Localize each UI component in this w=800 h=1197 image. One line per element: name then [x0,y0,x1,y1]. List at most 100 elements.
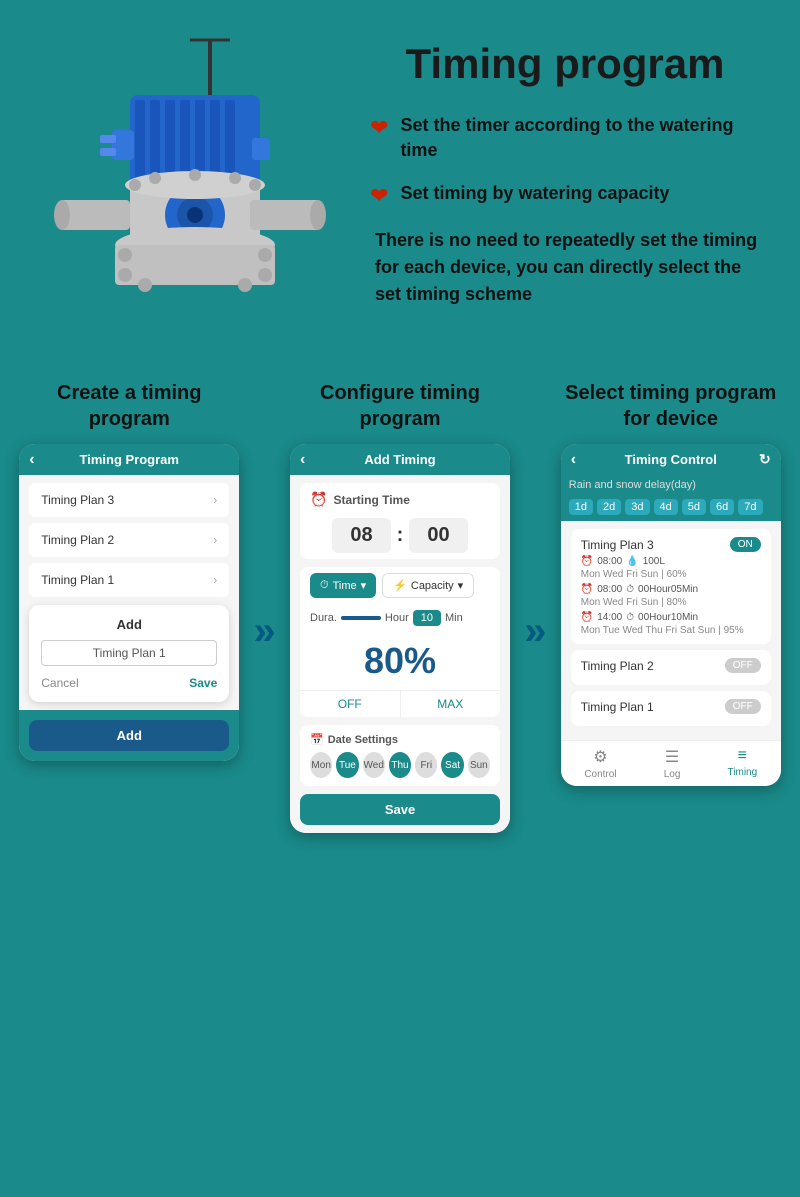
timing-icon: ≡ [738,747,747,765]
add-dialog-title: Add [41,617,217,632]
add-footer-button[interactable]: Add [29,720,229,751]
plan-3-header: Timing Plan 3 ON [581,537,761,552]
selector-section: ⏱ Time ▾ ⚡ Capacity ▾ Dura. [300,567,500,717]
time-display: 08 : 00 [300,512,500,559]
day-mon[interactable]: Mon [310,752,332,778]
dropdown-icon-2: ▾ [458,579,464,592]
clock-icon-p3-2: ⏰ [581,584,593,595]
top-section: Timing program ❤ Set the timer according… [0,0,800,360]
capacity-selector-btn[interactable]: ⚡ Capacity ▾ [382,573,474,598]
bottom-section: Create a timing program ‹ Timing Program… [0,360,800,863]
delay-3d[interactable]: 3d [625,499,649,515]
day-sun[interactable]: Sun [468,752,490,778]
plan-3-toggle[interactable]: ON [730,537,761,552]
feature-text-2: Set timing by watering capacity [400,181,669,206]
capacity-icon: ⚡ [393,579,407,592]
hour-display[interactable]: 08 [332,518,390,553]
back-arrow-icon-2[interactable]: ‹ [300,451,305,469]
duration-min-value: 10 [413,610,441,626]
device-image-container [30,30,350,340]
save-button[interactable]: Save [189,676,217,690]
save-button-phone2[interactable]: Save [300,794,500,825]
refresh-icon[interactable]: ↻ [759,451,771,468]
phone2-header: ‹ Add Timing [290,444,510,475]
plan-2-toggle[interactable]: OFF [725,658,761,673]
heart-icon-2: ❤ [370,183,388,209]
timing-plan-3-label: Timing Plan 3 [41,493,114,507]
dropdown-icon: ▾ [361,579,367,592]
feature-item-1: ❤ Set the timer according to the waterin… [370,113,770,163]
off-max-row: OFF MAX [300,690,500,717]
timer-icon-p3-2: ⏱ [626,584,634,595]
day-thu[interactable]: Thu [389,752,411,778]
date-settings: 📅 Date Settings Mon Tue Wed Thu Fri Sat … [300,725,500,786]
back-arrow-icon-3[interactable]: ‹ [571,451,576,469]
timing-plan-3-item[interactable]: Timing Plan 3 › [29,483,229,517]
phone1-header: ‹ Timing Program [19,444,239,475]
step-2-title: Configure timing program [286,380,515,432]
day-tue[interactable]: Tue [336,752,358,778]
day-sat[interactable]: Sat [441,752,463,778]
plan-2-header: Timing Plan 2 OFF [581,658,761,673]
timing-plan-2-label: Timing Plan 2 [41,533,114,547]
phone-2: ‹ Add Timing ⏰ Starting Time 08 : [290,444,510,833]
clock-icon-p3-3: ⏰ [581,612,593,623]
delay-6d[interactable]: 6d [710,499,734,515]
plan-3-entry-3: ⏰ 14:00 ⏱ 00Hour10Min [581,612,761,623]
timing-plan-2-item[interactable]: Timing Plan 2 › [29,523,229,557]
timer-icon-p3-3: ⏱ [626,612,634,623]
timing-plan-1-label: Timing Plan 1 [41,573,114,587]
time-separator: : [397,524,404,547]
step-2: Configure timing program ‹ Add Timing ⏰ … [286,380,515,833]
max-button[interactable]: MAX [401,691,501,717]
phone2-header-title: Add Timing [364,452,435,467]
plan-1-toggle[interactable]: OFF [725,699,761,714]
day-wed[interactable]: Wed [363,752,385,778]
step-3: Select timing program for device ‹ Timin… [557,380,786,786]
footer-tab-control[interactable]: ⚙ Control [584,747,616,780]
step-1: Create a timing program ‹ Timing Program… [15,380,244,761]
minute-display[interactable]: 00 [409,518,467,553]
add-dialog-buttons: Cancel Save [41,676,217,690]
clock-icon-small: ⏱ [320,579,329,592]
off-button[interactable]: OFF [300,691,401,717]
phone2-body: ⏰ Starting Time 08 : 00 ⏱ [290,475,510,833]
date-settings-label: 📅 Date Settings [310,733,490,746]
right-content: Timing program ❤ Set the timer according… [370,30,770,308]
back-arrow-icon[interactable]: ‹ [29,451,34,469]
phone3-footer: ⚙ Control ☰ Log ≡ Timing [561,740,781,786]
log-icon: ☰ [665,747,679,767]
delay-7d[interactable]: 7d [738,499,762,515]
plan-1-name: Timing Plan 1 [581,700,654,714]
plan-3-schedule-3: Mon Tue Wed Thu Fri Sat Sun | 95% [581,625,761,636]
starting-time-label: ⏰ Starting Time [300,483,500,512]
chevron-right-icon-2: › [213,533,217,547]
footer-tab-log[interactable]: ☰ Log [664,747,681,780]
delay-4d[interactable]: 4d [654,499,678,515]
day-fri[interactable]: Fri [415,752,437,778]
duration-row: Dura. Hour 10 Min [300,604,500,632]
time-selector-btn[interactable]: ⏱ Time ▾ [310,573,376,598]
plan-3-entry-2: ⏰ 08:00 ⏱ 00Hour05Min [581,584,761,595]
heart-icon-1: ❤ [370,115,388,141]
timing-plan-1-item[interactable]: Timing Plan 1 › [29,563,229,597]
delay-5d[interactable]: 5d [682,499,706,515]
device-image [40,30,340,340]
footer-tab-timing[interactable]: ≡ Timing [728,747,758,780]
feature-item-2: ❤ Set timing by watering capacity [370,181,770,209]
delay-2d[interactable]: 2d [597,499,621,515]
cancel-button[interactable]: Cancel [41,676,78,690]
plan-3-entry-1: ⏰ 08:00 💧 100L [581,556,761,567]
plan-2-item: Timing Plan 2 OFF [571,650,771,685]
chevron-right-icon: › [213,493,217,507]
volume-icon-p3-1: 💧 [626,556,638,567]
phone-3: ‹ Timing Control ↻ Rain and snow delay(d… [561,444,781,786]
starting-time-section: ⏰ Starting Time 08 : 00 [300,483,500,559]
phone1-body: Timing Plan 3 › Timing Plan 2 › Timing P… [19,475,239,710]
plan-3-schedule-1: Mon Wed Fri Sun | 60% [581,569,761,580]
row-selectors: ⏱ Time ▾ ⚡ Capacity ▾ [300,567,500,604]
add-dialog-input[interactable]: Timing Plan 1 [41,640,217,666]
delay-1d[interactable]: 1d [569,499,593,515]
calendar-icon: 📅 [310,733,324,746]
phone1-footer: Add [19,710,239,761]
